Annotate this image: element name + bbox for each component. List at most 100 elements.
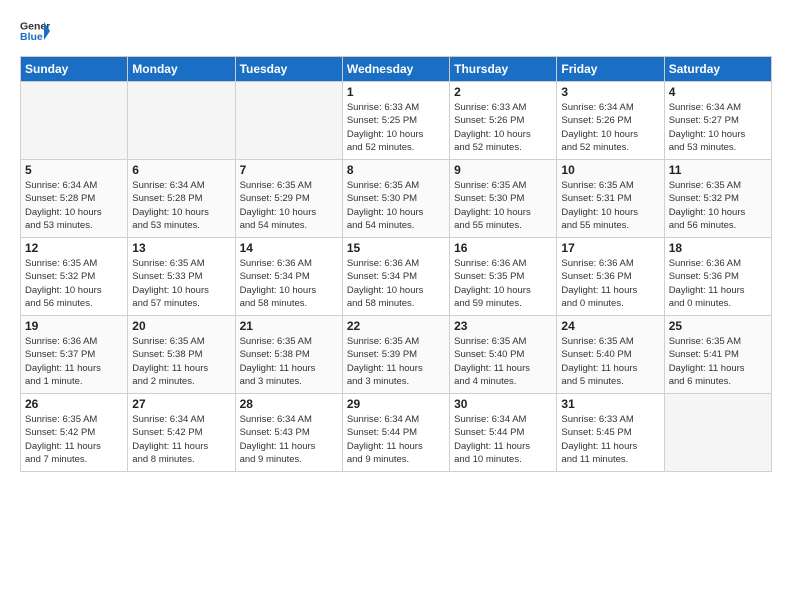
day-number: 6 <box>132 163 230 177</box>
day-number: 28 <box>240 397 338 411</box>
calendar-cell: 6Sunrise: 6:34 AM Sunset: 5:28 PM Daylig… <box>128 160 235 238</box>
day-detail: Sunrise: 6:34 AM Sunset: 5:27 PM Dayligh… <box>669 101 767 154</box>
calendar-cell: 3 Sunrise: 6:34 AM Sunset: 5:26 PM Daylig… <box>557 82 664 160</box>
calendar-cell: 16 Sunrise: 6:36 AM Sunset: 5:35 PM Dayli… <box>450 238 557 316</box>
day-number: 21 <box>240 319 338 333</box>
page: General Blue SundayMondayTuesdayWednesda… <box>0 0 792 482</box>
weekday-header-row: SundayMondayTuesdayWednesdayThursdayFrid… <box>21 57 772 82</box>
weekday-header-sunday: Sunday <box>21 57 128 82</box>
day-number: 22 <box>347 319 445 333</box>
day-detail: Sunrise: 6:35 AM Sunset: 5:31 PM Dayligh… <box>561 179 659 232</box>
calendar-cell: 9 Sunrise: 6:35 AM Sunset: 5:30 PM Daylig… <box>450 160 557 238</box>
weekday-header-wednesday: Wednesday <box>342 57 449 82</box>
svg-text:Blue: Blue <box>20 31 43 43</box>
day-number: 23 <box>454 319 552 333</box>
day-number: 3 <box>561 85 659 99</box>
day-detail: Sunrise: 6:36 AM Sunset: 5:34 PM Dayligh… <box>347 257 445 310</box>
calendar-cell: 23 Sunrise: 6:35 AM Sunset: 5:40 PM Dayli… <box>450 316 557 394</box>
calendar-week-5: 26Sunrise: 6:35 AM Sunset: 5:42 PM Dayli… <box>21 394 772 472</box>
day-number: 10 <box>561 163 659 177</box>
day-detail: Sunrise: 6:35 AM Sunset: 5:40 PM Dayligh… <box>454 335 552 388</box>
day-number: 5 <box>25 163 123 177</box>
calendar-cell: 29 Sunrise: 6:34 AM Sunset: 5:44 PM Dayli… <box>342 394 449 472</box>
weekday-header-thursday: Thursday <box>450 57 557 82</box>
day-detail: Sunrise: 6:33 AM Sunset: 5:45 PM Dayligh… <box>561 413 659 466</box>
day-detail: Sunrise: 6:34 AM Sunset: 5:44 PM Dayligh… <box>347 413 445 466</box>
calendar-cell <box>128 82 235 160</box>
day-number: 29 <box>347 397 445 411</box>
day-number: 14 <box>240 241 338 255</box>
day-number: 26 <box>25 397 123 411</box>
calendar-cell: 7 Sunrise: 6:35 AM Sunset: 5:29 PM Daylig… <box>235 160 342 238</box>
weekday-header-saturday: Saturday <box>664 57 771 82</box>
day-detail: Sunrise: 6:35 AM Sunset: 5:40 PM Dayligh… <box>561 335 659 388</box>
calendar-cell: 25 Sunrise: 6:35 AM Sunset: 5:41 PM Dayli… <box>664 316 771 394</box>
weekday-header-friday: Friday <box>557 57 664 82</box>
day-detail: Sunrise: 6:35 AM Sunset: 5:32 PM Dayligh… <box>669 179 767 232</box>
calendar-week-4: 19 Sunrise: 6:36 AM Sunset: 5:37 PM Dayli… <box>21 316 772 394</box>
calendar-cell: 30 Sunrise: 6:34 AM Sunset: 5:44 PM Dayli… <box>450 394 557 472</box>
day-detail: Sunrise: 6:34 AM Sunset: 5:43 PM Dayligh… <box>240 413 338 466</box>
day-number: 12 <box>25 241 123 255</box>
calendar-cell <box>664 394 771 472</box>
day-detail: Sunrise: 6:35 AM Sunset: 5:33 PM Dayligh… <box>132 257 230 310</box>
day-detail: Sunrise: 6:35 AM Sunset: 5:29 PM Dayligh… <box>240 179 338 232</box>
calendar-cell: 26Sunrise: 6:35 AM Sunset: 5:42 PM Dayli… <box>21 394 128 472</box>
calendar-cell: 13 Sunrise: 6:35 AM Sunset: 5:33 PM Dayli… <box>128 238 235 316</box>
day-detail: Sunrise: 6:35 AM Sunset: 5:30 PM Dayligh… <box>454 179 552 232</box>
header: General Blue <box>20 16 772 46</box>
day-number: 18 <box>669 241 767 255</box>
calendar-cell: 18 Sunrise: 6:36 AM Sunset: 5:36 PM Dayli… <box>664 238 771 316</box>
calendar-cell: 10 Sunrise: 6:35 AM Sunset: 5:31 PM Dayli… <box>557 160 664 238</box>
day-number: 7 <box>240 163 338 177</box>
calendar-week-1: 1Sunrise: 6:33 AM Sunset: 5:25 PM Daylig… <box>21 82 772 160</box>
calendar-cell: 28 Sunrise: 6:34 AM Sunset: 5:43 PM Dayli… <box>235 394 342 472</box>
day-detail: Sunrise: 6:34 AM Sunset: 5:44 PM Dayligh… <box>454 413 552 466</box>
day-detail: Sunrise: 6:34 AM Sunset: 5:28 PM Dayligh… <box>25 179 123 232</box>
calendar-cell: 22 Sunrise: 6:35 AM Sunset: 5:39 PM Dayli… <box>342 316 449 394</box>
day-number: 25 <box>669 319 767 333</box>
calendar-cell: 14 Sunrise: 6:36 AM Sunset: 5:34 PM Dayli… <box>235 238 342 316</box>
calendar-cell: 24 Sunrise: 6:35 AM Sunset: 5:40 PM Dayli… <box>557 316 664 394</box>
day-detail: Sunrise: 6:36 AM Sunset: 5:35 PM Dayligh… <box>454 257 552 310</box>
calendar-table: SundayMondayTuesdayWednesdayThursdayFrid… <box>20 56 772 472</box>
day-number: 27 <box>132 397 230 411</box>
day-number: 30 <box>454 397 552 411</box>
day-number: 9 <box>454 163 552 177</box>
day-detail: Sunrise: 6:35 AM Sunset: 5:30 PM Dayligh… <box>347 179 445 232</box>
day-detail: Sunrise: 6:36 AM Sunset: 5:36 PM Dayligh… <box>669 257 767 310</box>
calendar-cell: 21 Sunrise: 6:35 AM Sunset: 5:38 PM Dayli… <box>235 316 342 394</box>
calendar-cell: 15Sunrise: 6:36 AM Sunset: 5:34 PM Dayli… <box>342 238 449 316</box>
day-number: 19 <box>25 319 123 333</box>
calendar-cell: 11 Sunrise: 6:35 AM Sunset: 5:32 PM Dayli… <box>664 160 771 238</box>
calendar-week-2: 5 Sunrise: 6:34 AM Sunset: 5:28 PM Daylig… <box>21 160 772 238</box>
day-detail: Sunrise: 6:35 AM Sunset: 5:39 PM Dayligh… <box>347 335 445 388</box>
day-detail: Sunrise: 6:36 AM Sunset: 5:34 PM Dayligh… <box>240 257 338 310</box>
calendar-cell: 12 Sunrise: 6:35 AM Sunset: 5:32 PM Dayli… <box>21 238 128 316</box>
day-number: 8 <box>347 163 445 177</box>
day-detail: Sunrise: 6:36 AM Sunset: 5:37 PM Dayligh… <box>25 335 123 388</box>
day-detail: Sunrise: 6:36 AM Sunset: 5:36 PM Dayligh… <box>561 257 659 310</box>
day-detail: Sunrise: 6:35 AM Sunset: 5:38 PM Dayligh… <box>132 335 230 388</box>
calendar-cell: 5 Sunrise: 6:34 AM Sunset: 5:28 PM Daylig… <box>21 160 128 238</box>
day-number: 4 <box>669 85 767 99</box>
day-number: 2 <box>454 85 552 99</box>
calendar-cell: 4 Sunrise: 6:34 AM Sunset: 5:27 PM Daylig… <box>664 82 771 160</box>
calendar-cell <box>235 82 342 160</box>
day-detail: Sunrise: 6:35 AM Sunset: 5:41 PM Dayligh… <box>669 335 767 388</box>
day-detail: Sunrise: 6:35 AM Sunset: 5:38 PM Dayligh… <box>240 335 338 388</box>
day-detail: Sunrise: 6:33 AM Sunset: 5:26 PM Dayligh… <box>454 101 552 154</box>
weekday-header-monday: Monday <box>128 57 235 82</box>
day-detail: Sunrise: 6:35 AM Sunset: 5:32 PM Dayligh… <box>25 257 123 310</box>
calendar-cell <box>21 82 128 160</box>
calendar-cell: 20 Sunrise: 6:35 AM Sunset: 5:38 PM Dayli… <box>128 316 235 394</box>
day-number: 11 <box>669 163 767 177</box>
calendar-cell: 1Sunrise: 6:33 AM Sunset: 5:25 PM Daylig… <box>342 82 449 160</box>
calendar-cell: 2 Sunrise: 6:33 AM Sunset: 5:26 PM Daylig… <box>450 82 557 160</box>
day-detail: Sunrise: 6:34 AM Sunset: 5:26 PM Dayligh… <box>561 101 659 154</box>
day-number: 13 <box>132 241 230 255</box>
day-number: 24 <box>561 319 659 333</box>
day-number: 17 <box>561 241 659 255</box>
day-number: 16 <box>454 241 552 255</box>
day-number: 20 <box>132 319 230 333</box>
